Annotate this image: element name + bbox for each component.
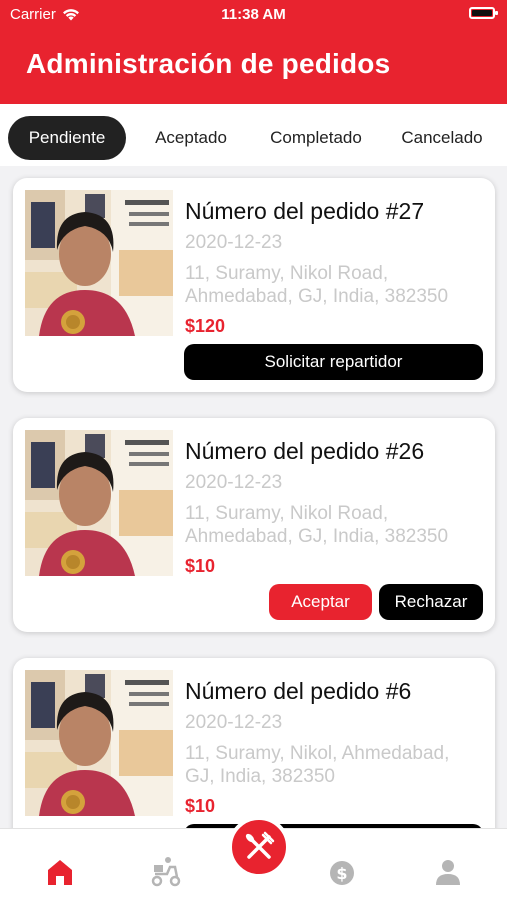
order-address: 11, Suramy, Nikol Road, Ahmedabad, GJ, I… xyxy=(185,503,449,547)
tab-completado[interactable]: Completado xyxy=(256,116,376,160)
accept-button[interactable]: Aceptar xyxy=(269,584,372,620)
order-image xyxy=(25,190,173,336)
order-date: 2020-12-23 xyxy=(185,712,283,733)
order-number: Número del pedido #26 xyxy=(185,438,425,464)
status-tabs: Pendiente Aceptado Completado Cancelado xyxy=(0,104,507,166)
reject-button[interactable]: Rechazar xyxy=(379,584,483,620)
svg-text:$: $ xyxy=(336,864,347,883)
nav-profile[interactable] xyxy=(428,851,468,891)
delivery-scooter-icon xyxy=(151,857,181,887)
battery-icon xyxy=(469,7,498,19)
clock: 11:38 AM xyxy=(221,6,286,23)
nav-delivery[interactable] xyxy=(146,851,186,891)
nav-home[interactable] xyxy=(40,851,80,891)
tab-cancelado[interactable]: Cancelado xyxy=(390,116,494,160)
order-price: $10 xyxy=(185,556,216,576)
order-image xyxy=(25,670,173,816)
request-driver-button[interactable]: Solicitar repartidor xyxy=(184,344,483,380)
order-image xyxy=(25,430,173,576)
tab-aceptado[interactable]: Aceptado xyxy=(140,116,242,160)
order-number: Número del pedido #27 xyxy=(185,198,425,224)
order-date: 2020-12-23 xyxy=(185,472,283,493)
order-address: 11, Suramy, Nikol Road, Ahmedabad, GJ, I… xyxy=(185,263,449,307)
order-address: 11, Suramy, Nikol, Ahmedabad, GJ, India,… xyxy=(185,743,450,787)
user-icon xyxy=(436,860,460,885)
fork-knife-icon xyxy=(245,831,275,859)
status-bar: Carrier 11:38 AM xyxy=(0,0,507,28)
app-header: Carrier 11:38 AM Administración de pedid… xyxy=(0,0,507,104)
home-icon xyxy=(48,860,72,885)
tab-pendiente[interactable]: Pendiente xyxy=(8,116,126,160)
nav-earnings[interactable]: $ xyxy=(322,851,362,891)
page-title: Administración de pedidos xyxy=(26,48,391,79)
order-number: Número del pedido #6 xyxy=(185,678,412,704)
order-price: $10 xyxy=(185,796,216,816)
nav-restaurant[interactable] xyxy=(228,816,290,878)
dollar-coin-icon: $ xyxy=(330,861,354,885)
order-card[interactable]: Número del pedido #26 2020-12-23 11, Sur… xyxy=(13,418,495,632)
order-date: 2020-12-23 xyxy=(185,232,283,253)
order-price: $120 xyxy=(185,316,226,336)
order-card[interactable]: Número del pedido #27 2020-12-23 11, Sur… xyxy=(13,178,495,392)
